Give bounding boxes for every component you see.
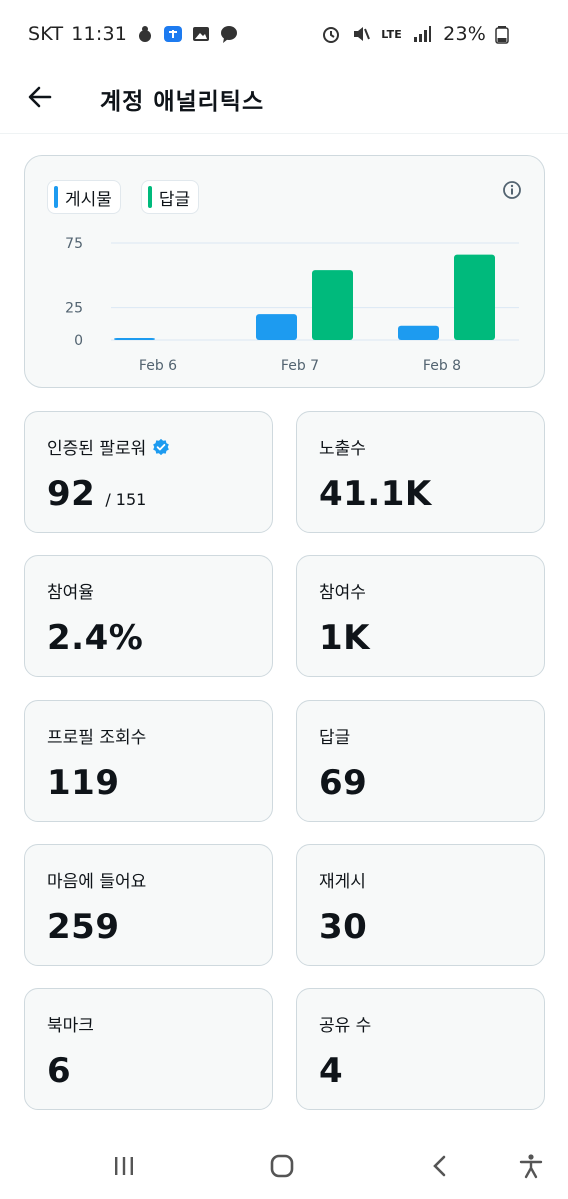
- status-left: SKT 11:31: [28, 23, 239, 45]
- x-tick-label: Feb 7: [281, 358, 319, 374]
- stat-value: 259: [47, 907, 120, 947]
- stat-card[interactable]: 답글 69: [296, 700, 545, 822]
- recent-apps-button[interactable]: [104, 1146, 144, 1186]
- stat-label: 노출수: [319, 439, 366, 459]
- back-button[interactable]: [24, 81, 56, 113]
- stat-value-wrap: 1K: [319, 618, 370, 658]
- stat-label: 프로필 조회수: [47, 728, 147, 748]
- stat-value-wrap: 92 / 151: [47, 474, 146, 514]
- stat-label-wrap: 마음에 들어요: [47, 867, 146, 892]
- stat-card[interactable]: 공유 수 4: [296, 988, 545, 1110]
- bar-posts[interactable]: [398, 325, 439, 340]
- stat-label-wrap: 재게시: [319, 867, 366, 892]
- stat-label: 참여수: [319, 583, 366, 603]
- chat-bubble-icon: [219, 24, 239, 44]
- stat-value: 119: [47, 763, 120, 803]
- system-nav-bar: [0, 1133, 568, 1199]
- carrier-label: SKT: [28, 23, 64, 45]
- stat-value-wrap: 259: [47, 907, 119, 947]
- stat-card[interactable]: 프로필 조회수 119: [24, 700, 273, 822]
- status-bar: SKT 11:31 LTE 23%: [0, 0, 568, 68]
- stat-card[interactable]: 인증된 팔로워 92 / 151: [24, 411, 273, 533]
- y-tick-label: 25: [65, 301, 83, 317]
- stat-label: 재게시: [319, 872, 366, 892]
- stat-card[interactable]: 참여율 2.4%: [24, 555, 273, 677]
- page-header: 계정 애널리틱스: [0, 68, 568, 134]
- gallery-icon: [191, 24, 211, 44]
- stat-value-wrap: 41.1K: [319, 474, 432, 514]
- stat-label: 참여율: [47, 583, 94, 603]
- stat-label: 마음에 들어요: [47, 872, 147, 892]
- back-nav-button[interactable]: [420, 1146, 460, 1186]
- stat-label: 북마크: [47, 1016, 94, 1036]
- bar-posts[interactable]: [114, 338, 155, 340]
- y-tick-label: 75: [65, 236, 83, 252]
- stat-value: 41.1K: [319, 474, 432, 514]
- network-type-label: LTE: [381, 27, 402, 41]
- stat-value: 2.4%: [47, 618, 144, 658]
- stat-value-wrap: 2.4%: [47, 618, 143, 658]
- recent-apps-icon: [115, 1157, 133, 1175]
- stat-value: 92: [47, 474, 96, 514]
- mute-icon: [351, 24, 371, 44]
- clock-label: 11:31: [71, 23, 128, 45]
- bar-replies[interactable]: [312, 270, 353, 340]
- stat-label-wrap: 참여율: [47, 578, 94, 603]
- stat-label-wrap: 인증된 팔로워: [47, 434, 170, 459]
- page-title: 계정 애널리틱스: [100, 89, 265, 115]
- stat-value-wrap: 119: [47, 763, 119, 803]
- stat-label-wrap: 공유 수: [319, 1011, 371, 1036]
- battery-label: 23%: [443, 23, 486, 45]
- activity-chart-card: 게시물 답글 0 25 75 Feb 6 Feb 7 Feb 8: [24, 155, 545, 388]
- alarm-icon: [321, 24, 341, 44]
- stat-card[interactable]: 재게시 30: [296, 844, 545, 966]
- stat-value: 69: [319, 763, 368, 803]
- y-tick-label: 0: [74, 333, 83, 349]
- stat-value-wrap: 6: [47, 1051, 71, 1091]
- notification-app-icon: [135, 24, 155, 44]
- chevron-left-icon: [433, 1155, 446, 1177]
- stat-card[interactable]: 노출수 41.1K: [296, 411, 545, 533]
- signal-icon: [412, 24, 432, 44]
- status-right: LTE: [321, 24, 432, 44]
- stat-label-wrap: 참여수: [319, 578, 366, 603]
- battery-icon: [492, 24, 512, 44]
- stat-label: 답글: [319, 728, 351, 748]
- home-icon: [270, 1154, 294, 1178]
- stat-label: 공유 수: [319, 1016, 372, 1036]
- stat-card[interactable]: 북마크 6: [24, 988, 273, 1110]
- stat-sub-value: / 151: [105, 490, 147, 509]
- battery-group: 23%: [443, 23, 512, 45]
- stat-label-wrap: 프로필 조회수: [47, 723, 146, 748]
- stat-card[interactable]: 마음에 들어요 259: [24, 844, 273, 966]
- accessibility-button[interactable]: [511, 1146, 551, 1186]
- notification-badge-icon: [163, 24, 183, 44]
- verified-badge-icon: [152, 438, 170, 456]
- arrow-left-icon: [28, 86, 52, 108]
- bar-replies[interactable]: [454, 254, 495, 340]
- stat-label-wrap: 노출수: [319, 434, 366, 459]
- x-tick-label: Feb 6: [139, 358, 177, 374]
- stat-value: 1K: [319, 618, 371, 658]
- stat-value: 4: [319, 1051, 344, 1091]
- stat-value-wrap: 69: [319, 763, 367, 803]
- stat-value: 6: [47, 1051, 72, 1091]
- home-button[interactable]: [262, 1146, 302, 1186]
- stat-label-wrap: 답글: [319, 723, 350, 748]
- stat-value-wrap: 4: [319, 1051, 343, 1091]
- bar-chart: 0 25 75 Feb 6 Feb 7 Feb 8: [65, 236, 519, 374]
- accessibility-icon: [519, 1154, 543, 1179]
- stat-value-wrap: 30: [319, 907, 367, 947]
- x-tick-label: Feb 8: [423, 358, 461, 374]
- stat-label-wrap: 북마크: [47, 1011, 94, 1036]
- stat-label: 인증된 팔로워: [47, 439, 147, 459]
- stat-value: 30: [319, 907, 368, 947]
- bar-posts[interactable]: [256, 314, 297, 340]
- stat-card[interactable]: 참여수 1K: [296, 555, 545, 677]
